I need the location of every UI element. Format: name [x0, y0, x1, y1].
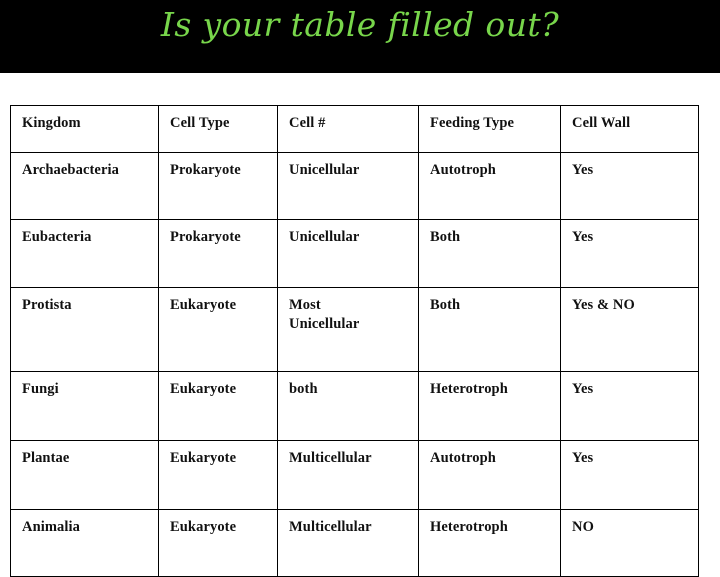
- title-banner: Is your table filled out?: [0, 0, 720, 73]
- table-row: Animalia Eukaryote Multicellular Heterot…: [10, 509, 699, 577]
- cell-cell-type: Eukaryote: [158, 371, 278, 441]
- table-row: Eubacteria Prokaryote Unicellular Both Y…: [10, 219, 699, 288]
- column-header-kingdom: Kingdom: [10, 105, 159, 153]
- cell-cell-number-line2: Unicellular: [289, 316, 360, 332]
- column-header-cell-number: Cell #: [277, 105, 419, 153]
- cell-cell-type: Prokaryote: [158, 219, 278, 288]
- page-title: Is your table filled out?: [160, 5, 560, 44]
- cell-cell-type: Eukaryote: [158, 440, 278, 510]
- cell-cell-wall: Yes: [560, 440, 699, 510]
- cell-feeding-type: Heterotroph: [418, 509, 561, 577]
- cell-cell-type: Prokaryote: [158, 152, 278, 220]
- cell-kingdom: Fungi: [10, 371, 159, 441]
- cell-feeding-type: Heterotroph: [418, 371, 561, 441]
- cell-cell-wall: Yes: [560, 371, 699, 441]
- cell-kingdom: Plantae: [10, 440, 159, 510]
- table-row: Protista Eukaryote Most Unicellular Both…: [10, 287, 699, 372]
- cell-cell-type: Eukaryote: [158, 509, 278, 577]
- column-header-feeding-type: Feeding Type: [418, 105, 561, 153]
- kingdom-table-container: Kingdom Cell Type Cell # Feeding Type Ce…: [10, 105, 699, 577]
- table-row: Fungi Eukaryote both Heterotroph Yes: [10, 371, 699, 441]
- cell-kingdom: Protista: [10, 287, 159, 372]
- table-row: Plantae Eukaryote Multicellular Autotrop…: [10, 440, 699, 510]
- cell-cell-number-line1: Most: [289, 297, 321, 313]
- cell-cell-type: Eukaryote: [158, 287, 278, 372]
- cell-cell-wall: NO: [560, 509, 699, 577]
- kingdom-comparison-table: Kingdom Cell Type Cell # Feeding Type Ce…: [10, 105, 699, 577]
- cell-feeding-type: Autotroph: [418, 152, 561, 220]
- column-header-cell-type: Cell Type: [158, 105, 278, 153]
- cell-feeding-type: Both: [418, 219, 561, 288]
- table-header-row: Kingdom Cell Type Cell # Feeding Type Ce…: [10, 105, 699, 153]
- cell-cell-number: Most Unicellular: [277, 287, 419, 372]
- cell-cell-number: both: [277, 371, 419, 441]
- cell-kingdom: Archaebacteria: [10, 152, 159, 220]
- cell-cell-number: Multicellular: [277, 440, 419, 510]
- cell-kingdom: Animalia: [10, 509, 159, 577]
- cell-cell-wall: Yes: [560, 152, 699, 220]
- cell-cell-number: Multicellular: [277, 509, 419, 577]
- cell-cell-wall: Yes & NO: [560, 287, 699, 372]
- cell-kingdom: Eubacteria: [10, 219, 159, 288]
- table-row: Archaebacteria Prokaryote Unicellular Au…: [10, 152, 699, 220]
- cell-cell-wall: Yes: [560, 219, 699, 288]
- cell-cell-number: Unicellular: [277, 219, 419, 288]
- column-header-cell-wall: Cell Wall: [560, 105, 699, 153]
- cell-feeding-type: Autotroph: [418, 440, 561, 510]
- cell-cell-number: Unicellular: [277, 152, 419, 220]
- cell-feeding-type: Both: [418, 287, 561, 372]
